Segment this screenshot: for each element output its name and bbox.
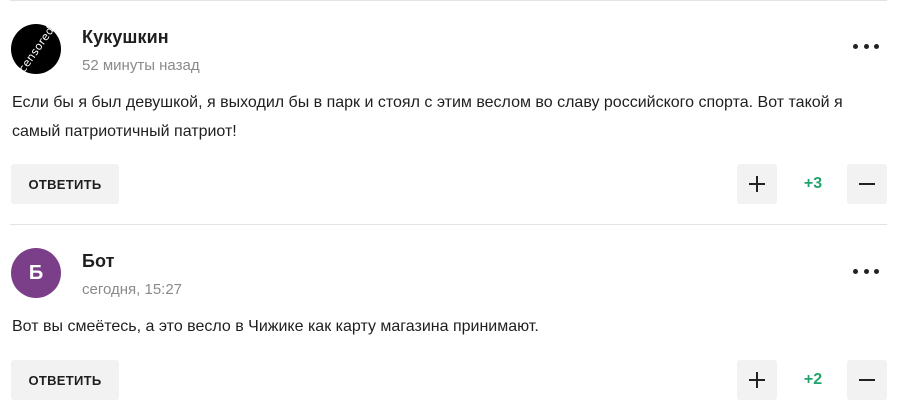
more-options-button[interactable]: [853, 42, 879, 50]
more-dots-icon: [853, 268, 858, 274]
upvote-button[interactable]: [737, 360, 777, 400]
avatar[interactable]: Б: [11, 248, 61, 298]
comment-text: Если бы я был девушкой, я выходил бы в п…: [12, 94, 843, 140]
downvote-button[interactable]: [847, 164, 887, 204]
vote-score: +3: [803, 175, 823, 192]
comment-text: Вот вы смеётесь, а это весло в Чижике ка…: [12, 318, 539, 335]
downvote-button[interactable]: [847, 360, 887, 400]
comment-time: сегодня, 15:27: [82, 281, 183, 298]
top-divider: [10, 0, 887, 1]
upvote-button[interactable]: [737, 164, 777, 204]
reply-button[interactable]: ОТВЕТИТЬ: [11, 360, 119, 400]
comment-divider: [10, 224, 887, 225]
comment-time: 52 минуты назад: [82, 57, 200, 74]
comment-author[interactable]: Бот: [82, 251, 115, 272]
more-options-button[interactable]: [853, 267, 879, 275]
more-dots-icon: [853, 43, 858, 49]
avatar-censored-label: censored: [15, 23, 57, 75]
avatar[interactable]: censored: [11, 24, 61, 74]
avatar-initial: Б: [28, 261, 44, 284]
comment-author[interactable]: Кукушкин: [82, 27, 169, 48]
vote-score: +2: [803, 371, 823, 388]
reply-button[interactable]: ОТВЕТИТЬ: [11, 164, 119, 204]
